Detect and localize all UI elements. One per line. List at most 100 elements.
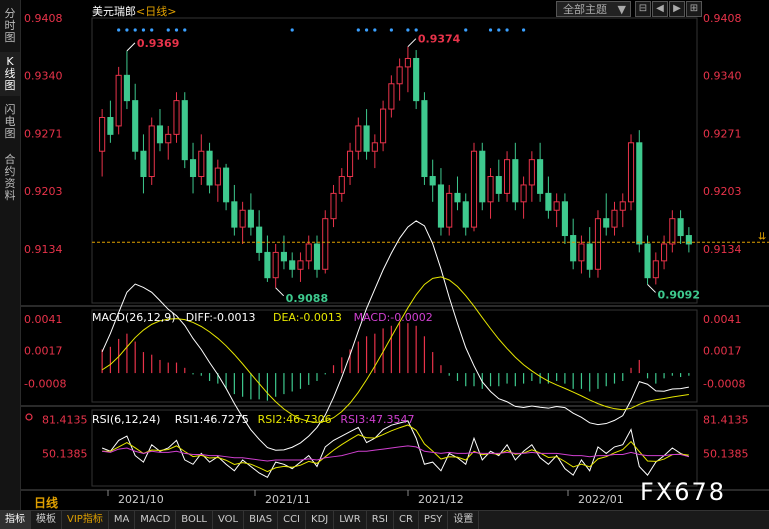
extreme-pointer — [126, 42, 136, 52]
indicator-tab-13[interactable]: PSY — [419, 511, 449, 529]
signal-dot — [406, 28, 410, 32]
signal-dot — [414, 28, 418, 32]
signal-dot — [497, 28, 501, 32]
indicator-tab-6[interactable]: VOL — [213, 511, 245, 529]
indicator-tab-11[interactable]: RSI — [367, 511, 394, 529]
tab-contract-info[interactable]: 合约资料 — [0, 150, 20, 210]
indicator-tab-5[interactable]: BOLL — [176, 511, 213, 529]
candle-body — [553, 201, 560, 211]
maximize-icon[interactable]: ⊞ — [686, 1, 702, 17]
macd-tick-right: 0.0017 — [703, 345, 742, 358]
candle-body — [570, 235, 577, 262]
signal-dot — [174, 28, 179, 32]
price-marker-icon: ⇊ — [758, 231, 766, 242]
candle-body — [429, 176, 436, 186]
candle-body — [578, 243, 585, 262]
signal-dot — [488, 28, 493, 32]
candle-body — [487, 176, 494, 203]
indicator-tab-14[interactable]: 设置 — [448, 511, 480, 529]
tab-kline[interactable]: K线图 — [0, 52, 20, 96]
candle-body — [388, 83, 395, 110]
tab-timeshare[interactable]: 分时图 — [0, 4, 20, 48]
candle-body — [545, 192, 552, 211]
candle-body — [661, 243, 668, 262]
indicator-tab-1[interactable]: 模板 — [31, 511, 62, 529]
signal-dot — [521, 28, 526, 32]
indicator-tab-9[interactable]: KDJ — [306, 511, 335, 529]
candle-body — [107, 116, 114, 135]
watermark-logo: FX678 — [640, 478, 727, 506]
candle-body — [371, 142, 378, 152]
extreme-label: 0.9088 — [286, 292, 328, 305]
extreme-pointer — [407, 38, 417, 48]
symbol-name: 美元瑞郎 — [92, 5, 136, 18]
rsi-tick-right: 81.4135 — [703, 413, 749, 426]
indicator-tab-2[interactable]: VIP指标 — [62, 511, 109, 529]
left-sidebar: 分时图 K线图 闪电图 合约资料 — [0, 0, 21, 510]
candle-body — [586, 243, 593, 270]
extreme-label: 0.9374 — [418, 33, 461, 46]
candle-body — [446, 192, 453, 228]
candle-body — [156, 125, 164, 144]
candle-body — [214, 167, 221, 186]
indicator-tab-7[interactable]: BIAS — [244, 511, 279, 529]
kline-chart[interactable]: 0.9408 0.9408 0.9340 0.9340 0.9271 0.9271 0.92… — [0, 0, 769, 510]
candle-body — [528, 159, 535, 186]
candle-body — [132, 100, 139, 152]
candle-body — [537, 159, 544, 194]
theme-select-button[interactable]: 全部主题 ▼ — [556, 1, 631, 17]
indicator-tab-12[interactable]: CR — [394, 511, 419, 529]
minimize-icon[interactable]: ⊟ — [635, 1, 651, 17]
signal-dot — [373, 28, 377, 32]
indicator-toolbar: 指标 模板 VIP指标 MA MACD BOLL VOL BIAS CCI KDJ LWR RSI CR… — [0, 510, 769, 529]
candle-body — [495, 176, 502, 194]
candle-body — [338, 176, 345, 194]
candle-body — [603, 218, 610, 228]
price-tick-left: 0.9203 — [24, 185, 63, 198]
price-tick-left: 0.9340 — [24, 69, 63, 82]
price-tick-right: 0.9408 — [703, 12, 742, 25]
signal-dot — [183, 28, 187, 32]
macd-header-3: MACD:-0.0002 — [354, 311, 433, 324]
candle-body — [346, 150, 354, 178]
price-tick-right: 0.9134 — [703, 243, 742, 256]
candle-body — [148, 125, 155, 178]
macd-dea-line — [101, 276, 689, 423]
candle-body — [380, 108, 387, 144]
indicator-tab-3[interactable]: MA — [109, 511, 136, 529]
price-tick-left: 0.9271 — [24, 128, 63, 141]
next-icon[interactable]: ▶ — [669, 1, 685, 17]
rsi-header-3: RSI3:47.3547 — [340, 413, 414, 426]
candle-body — [454, 192, 461, 203]
macd-tick-right: -0.0008 — [703, 378, 745, 391]
signal-dot — [150, 28, 154, 32]
prev-icon[interactable]: ◀ — [652, 1, 668, 17]
indicator-tab-0[interactable]: 指标 — [0, 511, 31, 529]
candle-body — [322, 218, 329, 270]
time-label: 2021/11 — [265, 493, 311, 506]
candle-body — [280, 251, 287, 262]
candle-body — [189, 159, 197, 178]
candle-body — [198, 150, 205, 178]
candle-body — [123, 74, 130, 102]
indicator-tab-4[interactable]: MACD — [135, 511, 177, 529]
signal-dot — [166, 28, 170, 32]
candle-body — [644, 243, 651, 279]
rsi-tick-right: 50.1385 — [703, 447, 749, 460]
signal-dot — [290, 28, 294, 32]
price-tick-left: 0.9408 — [24, 12, 63, 25]
indicator-tab-10[interactable]: LWR — [334, 511, 367, 529]
candle-body — [677, 218, 684, 237]
candle-body — [115, 74, 122, 127]
rsi2-line — [102, 424, 689, 473]
candle-body — [462, 201, 469, 228]
macd-header-2: DEA:-0.0013 — [273, 311, 342, 324]
candle-body — [223, 167, 230, 203]
candle-body — [396, 66, 403, 85]
rsi-settings-icon — [25, 413, 33, 421]
candle-body — [165, 133, 172, 144]
candle-body — [363, 125, 370, 152]
chevron-down-icon: ▼ — [617, 3, 626, 16]
tab-lightning[interactable]: 闪电图 — [0, 100, 20, 144]
indicator-tab-8[interactable]: CCI — [278, 511, 307, 529]
